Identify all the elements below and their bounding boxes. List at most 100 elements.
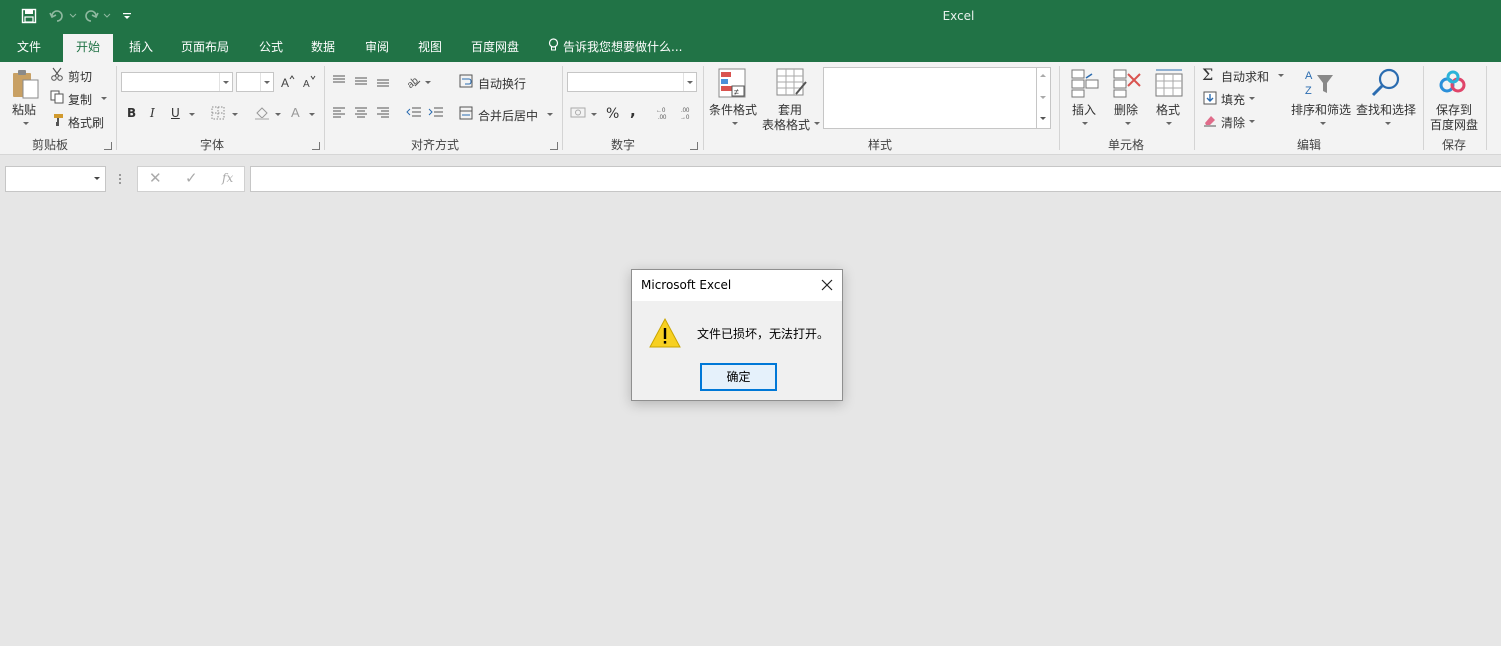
align-right-icon[interactable] — [376, 107, 390, 122]
increase-indent-icon[interactable] — [428, 106, 444, 123]
conditional-format-button[interactable]: 条件格式 — [709, 101, 757, 118]
underline-dropdown-icon[interactable] — [189, 113, 195, 116]
format-cells-dropdown-icon[interactable] — [1166, 122, 1172, 125]
table-format-label-2[interactable]: 表格格式 — [762, 116, 810, 133]
fill-button[interactable]: 填充 — [1221, 91, 1245, 108]
tab-data[interactable]: 数据 — [302, 34, 344, 62]
font-size-combo[interactable] — [236, 72, 274, 92]
name-box-dropdown-icon[interactable] — [94, 177, 100, 180]
decrease-decimal-icon[interactable]: .00 →0 — [680, 106, 696, 123]
gallery-down-icon[interactable] — [1040, 96, 1046, 99]
border-dropdown-icon[interactable] — [232, 113, 238, 116]
tab-home[interactable]: 开始 — [63, 34, 113, 62]
conditional-format-icon: ≠ — [718, 68, 748, 103]
font-launcher-icon[interactable] — [312, 142, 320, 150]
delete-cells-button[interactable]: 删除 — [1114, 101, 1138, 118]
tab-baidu-netdisk[interactable]: 百度网盘 — [462, 34, 528, 62]
font-name-combo[interactable] — [121, 72, 233, 92]
font-name-dropdown[interactable] — [219, 73, 232, 91]
fill-color-dropdown-icon[interactable] — [275, 113, 281, 116]
clear-button[interactable]: 清除 — [1221, 114, 1245, 131]
copy-icon — [50, 90, 64, 107]
clipboard-launcher-icon[interactable] — [104, 142, 112, 150]
align-top-icon[interactable] — [332, 74, 346, 91]
wrap-text-button[interactable]: 自动换行 — [478, 75, 526, 92]
font-color-icon[interactable]: A — [290, 105, 304, 124]
bold-button[interactable]: B — [127, 106, 136, 120]
enter-icon[interactable]: ✓ — [185, 169, 198, 187]
format-cells-button[interactable]: 格式 — [1156, 101, 1180, 118]
tab-view[interactable]: 视图 — [409, 34, 451, 62]
find-select-button[interactable]: 查找和选择 — [1356, 101, 1416, 118]
tell-me-box[interactable]: 告诉我您想要做什么... — [548, 34, 682, 62]
increase-font-size-icon[interactable]: A — [281, 75, 295, 92]
dialog-title-bar: Microsoft Excel — [632, 270, 842, 301]
copy-dropdown-icon[interactable] — [101, 97, 107, 100]
align-middle-icon[interactable] — [354, 74, 368, 91]
formula-bar-splitter[interactable] — [119, 172, 122, 186]
paste-icon[interactable] — [10, 68, 40, 100]
name-box[interactable] — [5, 166, 106, 192]
number-launcher-icon[interactable] — [690, 142, 698, 150]
clear-dropdown-icon[interactable] — [1249, 120, 1255, 123]
close-icon[interactable] — [819, 277, 835, 293]
save-to-label-2[interactable]: 百度网盘 — [1430, 116, 1478, 133]
tab-review[interactable]: 审阅 — [356, 34, 398, 62]
insert-cells-button[interactable]: 插入 — [1072, 101, 1096, 118]
align-center-icon[interactable] — [354, 107, 368, 122]
tab-formulas[interactable]: 公式 — [250, 34, 292, 62]
percent-button[interactable]: % — [606, 106, 619, 122]
tab-insert[interactable]: 插入 — [120, 34, 162, 62]
decrease-indent-icon[interactable] — [406, 106, 422, 123]
orientation-dropdown-icon[interactable] — [425, 81, 431, 84]
insert-cells-dropdown-icon[interactable] — [1082, 122, 1088, 125]
merge-center-button[interactable]: 合并后居中 — [478, 107, 538, 124]
sort-filter-button[interactable]: 排序和筛选 — [1291, 101, 1351, 118]
scissors-icon — [50, 67, 64, 84]
fill-down-icon — [1203, 91, 1217, 108]
underline-button[interactable]: U — [171, 106, 180, 120]
currency-icon[interactable] — [570, 106, 588, 123]
formula-input[interactable] — [250, 166, 1501, 192]
ok-button[interactable]: 确定 — [700, 363, 777, 391]
paste-button[interactable]: 粘贴 — [12, 101, 36, 118]
table-format-dropdown-icon[interactable] — [814, 122, 820, 125]
insert-function-button[interactable]: fx — [222, 171, 233, 185]
gallery-up-icon[interactable] — [1040, 74, 1046, 77]
number-format-dropdown[interactable] — [683, 73, 696, 91]
italic-button[interactable]: I — [150, 106, 155, 120]
group-divider — [1486, 66, 1487, 150]
merge-dropdown-icon[interactable] — [547, 113, 553, 116]
font-color-dropdown-icon[interactable] — [309, 113, 315, 116]
conditional-format-dropdown-icon[interactable] — [732, 122, 738, 125]
fill-dropdown-icon[interactable] — [1249, 97, 1255, 100]
increase-decimal-icon[interactable]: ←0.00 — [656, 106, 672, 123]
gallery-scrollbar[interactable] — [1037, 67, 1051, 129]
cancel-icon[interactable]: ✕ — [149, 169, 162, 187]
sort-filter-dropdown-icon[interactable] — [1320, 122, 1326, 125]
paste-dropdown-icon[interactable] — [23, 122, 29, 125]
cell-styles-gallery[interactable] — [823, 67, 1037, 129]
delete-cells-dropdown-icon[interactable] — [1125, 122, 1131, 125]
orientation-icon[interactable]: ab — [405, 73, 422, 92]
gallery-more-icon[interactable] — [1040, 117, 1046, 120]
fill-color-icon[interactable] — [254, 105, 270, 124]
font-size-dropdown[interactable] — [260, 73, 273, 91]
autosum-button[interactable]: 自动求和 — [1221, 68, 1269, 85]
tab-file[interactable]: 文件 — [6, 34, 52, 62]
decrease-font-size-icon[interactable]: A — [302, 75, 316, 92]
currency-dropdown-icon[interactable] — [591, 113, 597, 116]
autosum-dropdown-icon[interactable] — [1278, 74, 1284, 77]
align-bottom-icon[interactable] — [376, 74, 390, 91]
find-select-dropdown-icon[interactable] — [1385, 122, 1391, 125]
tab-page-layout[interactable]: 页面布局 — [172, 34, 238, 62]
cut-button[interactable]: 剪切 — [68, 68, 92, 85]
format-painter-button[interactable]: 格式刷 — [68, 114, 104, 131]
comma-button[interactable]: , — [630, 102, 636, 120]
alignment-launcher-icon[interactable] — [550, 142, 558, 150]
number-format-combo[interactable] — [567, 72, 697, 92]
border-icon[interactable] — [211, 106, 225, 123]
copy-button[interactable]: 复制 — [68, 91, 92, 108]
svg-text:→0: →0 — [680, 115, 690, 120]
align-left-icon[interactable] — [332, 107, 346, 122]
